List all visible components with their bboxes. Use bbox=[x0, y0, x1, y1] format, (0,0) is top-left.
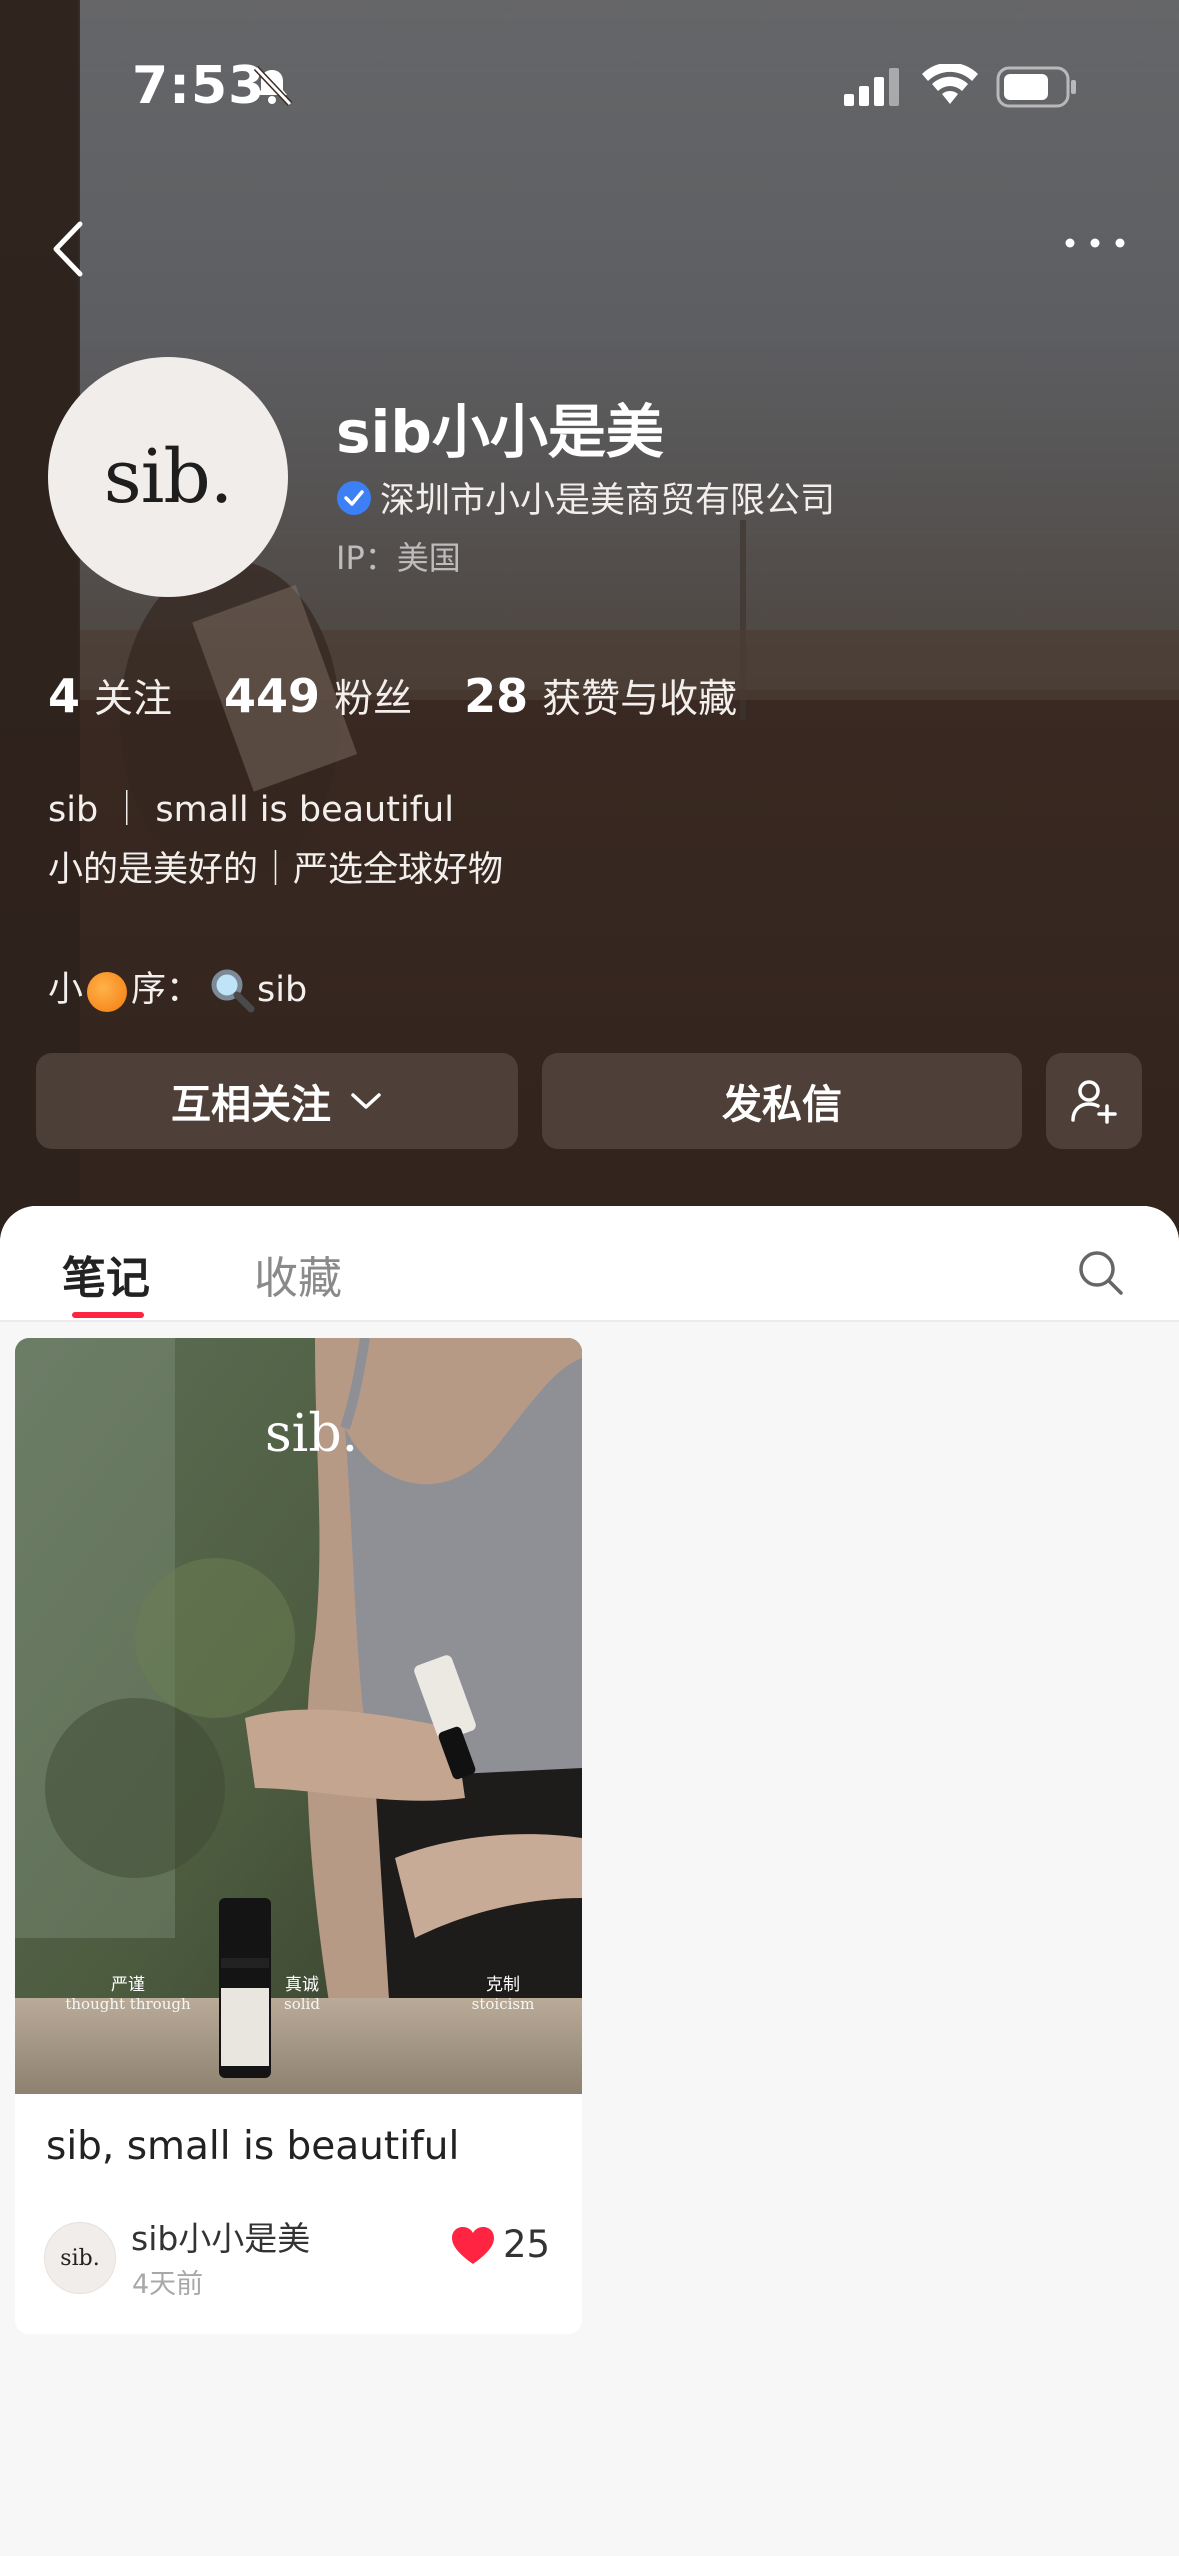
wifi-icon bbox=[922, 64, 978, 104]
stat-label: 获赞与收藏 bbox=[542, 677, 738, 722]
add-user-button[interactable] bbox=[1046, 1053, 1142, 1149]
cover-word-zh: 克制 bbox=[486, 1975, 520, 1995]
verified-company-label: 深圳市小小是美商贸有限公司 bbox=[380, 481, 836, 521]
tab-bar: 笔记 收藏 bbox=[0, 1206, 1179, 1322]
profile-stats: 4 关注 449 粉丝 28 获赞与收藏 bbox=[48, 668, 789, 724]
heart-icon[interactable] bbox=[451, 2226, 495, 2266]
stat-label: 关注 bbox=[94, 677, 173, 722]
cellular-signal-icon bbox=[844, 68, 899, 106]
chevron-down-icon bbox=[351, 1093, 381, 1109]
add-user-icon bbox=[1071, 1080, 1117, 1124]
tab-collections[interactable]: 收藏 bbox=[254, 1242, 342, 1306]
note-time-ago: 4天前 bbox=[132, 2269, 204, 2300]
avatar-logo-text: sib. bbox=[103, 434, 234, 520]
cover-word-en: solid bbox=[284, 1995, 320, 2013]
search-icon[interactable] bbox=[1076, 1248, 1126, 1298]
cover-word-zh: 真诚 bbox=[285, 1975, 319, 1995]
note-like-count: 25 bbox=[503, 2223, 551, 2266]
cover-word: 真诚 solid bbox=[247, 1970, 357, 2013]
bio-line-3-mid: 序： bbox=[131, 970, 202, 1010]
note-author-avatar[interactable]: sib. bbox=[44, 2222, 116, 2294]
note-title[interactable]: sib, small is beautiful bbox=[46, 2124, 459, 2169]
cover-word: 克制 stoicism bbox=[443, 1970, 563, 2013]
bio-line-3-prefix: 小 bbox=[48, 970, 84, 1010]
profile-avatar[interactable]: sib. bbox=[48, 357, 288, 597]
orange-emoji-icon bbox=[87, 972, 128, 1012]
note-cover-image[interactable]: sib. 严谨 thought through 真诚 solid 克制 stoi… bbox=[15, 1338, 582, 2094]
status-bar: 7:53 bbox=[0, 0, 1179, 170]
profile-name: sib小小是美 bbox=[336, 398, 664, 466]
bio-line-2: 小的是美好的｜严选全球好物 bbox=[48, 850, 504, 890]
back-icon[interactable] bbox=[46, 214, 96, 284]
note-author-name[interactable]: sib小小是美 bbox=[131, 2212, 310, 2260]
bio-line-1: sib ｜ small is beautiful bbox=[48, 790, 454, 830]
send-message-button[interactable]: 发私信 bbox=[542, 1053, 1022, 1149]
message-button-label: 发私信 bbox=[722, 1082, 842, 1128]
active-tab-indicator bbox=[72, 1312, 144, 1318]
ip-location: IP：美国 bbox=[336, 539, 461, 577]
stat-likes-and-collects[interactable]: 28 获赞与收藏 bbox=[464, 668, 737, 724]
cover-word-en: stoicism bbox=[471, 1995, 535, 2013]
profile-bio: sib ｜ small is beautiful 小的是美好的｜严选全球好物 小… bbox=[48, 780, 503, 1020]
profile-header: 7:53 sib. sib小小是美 深圳市小小是美商贸有限公司 IP：美国 4 … bbox=[0, 0, 1179, 1260]
verified-icon bbox=[337, 480, 371, 515]
note-author-avatar-text: sib. bbox=[60, 2245, 100, 2271]
tab-notes[interactable]: 笔记 bbox=[62, 1242, 150, 1306]
stat-label: 粉丝 bbox=[334, 677, 413, 722]
stat-followers[interactable]: 449 粉丝 bbox=[224, 668, 412, 724]
more-icon[interactable] bbox=[1060, 228, 1130, 258]
stat-count: 28 bbox=[464, 669, 529, 723]
cover-word: 严谨 thought through bbox=[43, 1970, 213, 2013]
battery-icon bbox=[996, 66, 1076, 108]
cover-word-en: thought through bbox=[65, 1995, 191, 2013]
verified-company[interactable]: 深圳市小小是美商贸有限公司 bbox=[336, 472, 835, 523]
mute-bell-icon bbox=[253, 65, 293, 107]
stat-count: 449 bbox=[224, 669, 321, 723]
cover-brand-text: sib. bbox=[265, 1404, 359, 1464]
bio-line-3: 小 序： sib bbox=[48, 960, 503, 1020]
status-time: 7:53 bbox=[132, 56, 266, 116]
mutual-follow-button[interactable]: 互相关注 bbox=[36, 1053, 518, 1149]
note-card[interactable]: sib. 严谨 thought through 真诚 solid 克制 stoi… bbox=[15, 1338, 582, 2334]
bio-line-3-suffix: sib bbox=[257, 970, 308, 1010]
stat-count: 4 bbox=[48, 669, 81, 723]
stat-following[interactable]: 4 关注 bbox=[48, 668, 172, 724]
follow-button-label: 互相关注 bbox=[171, 1082, 331, 1128]
home-indicator-area bbox=[0, 2520, 1179, 2556]
cover-word-zh: 严谨 bbox=[111, 1975, 145, 1995]
magnifier-emoji-icon bbox=[211, 969, 255, 1013]
